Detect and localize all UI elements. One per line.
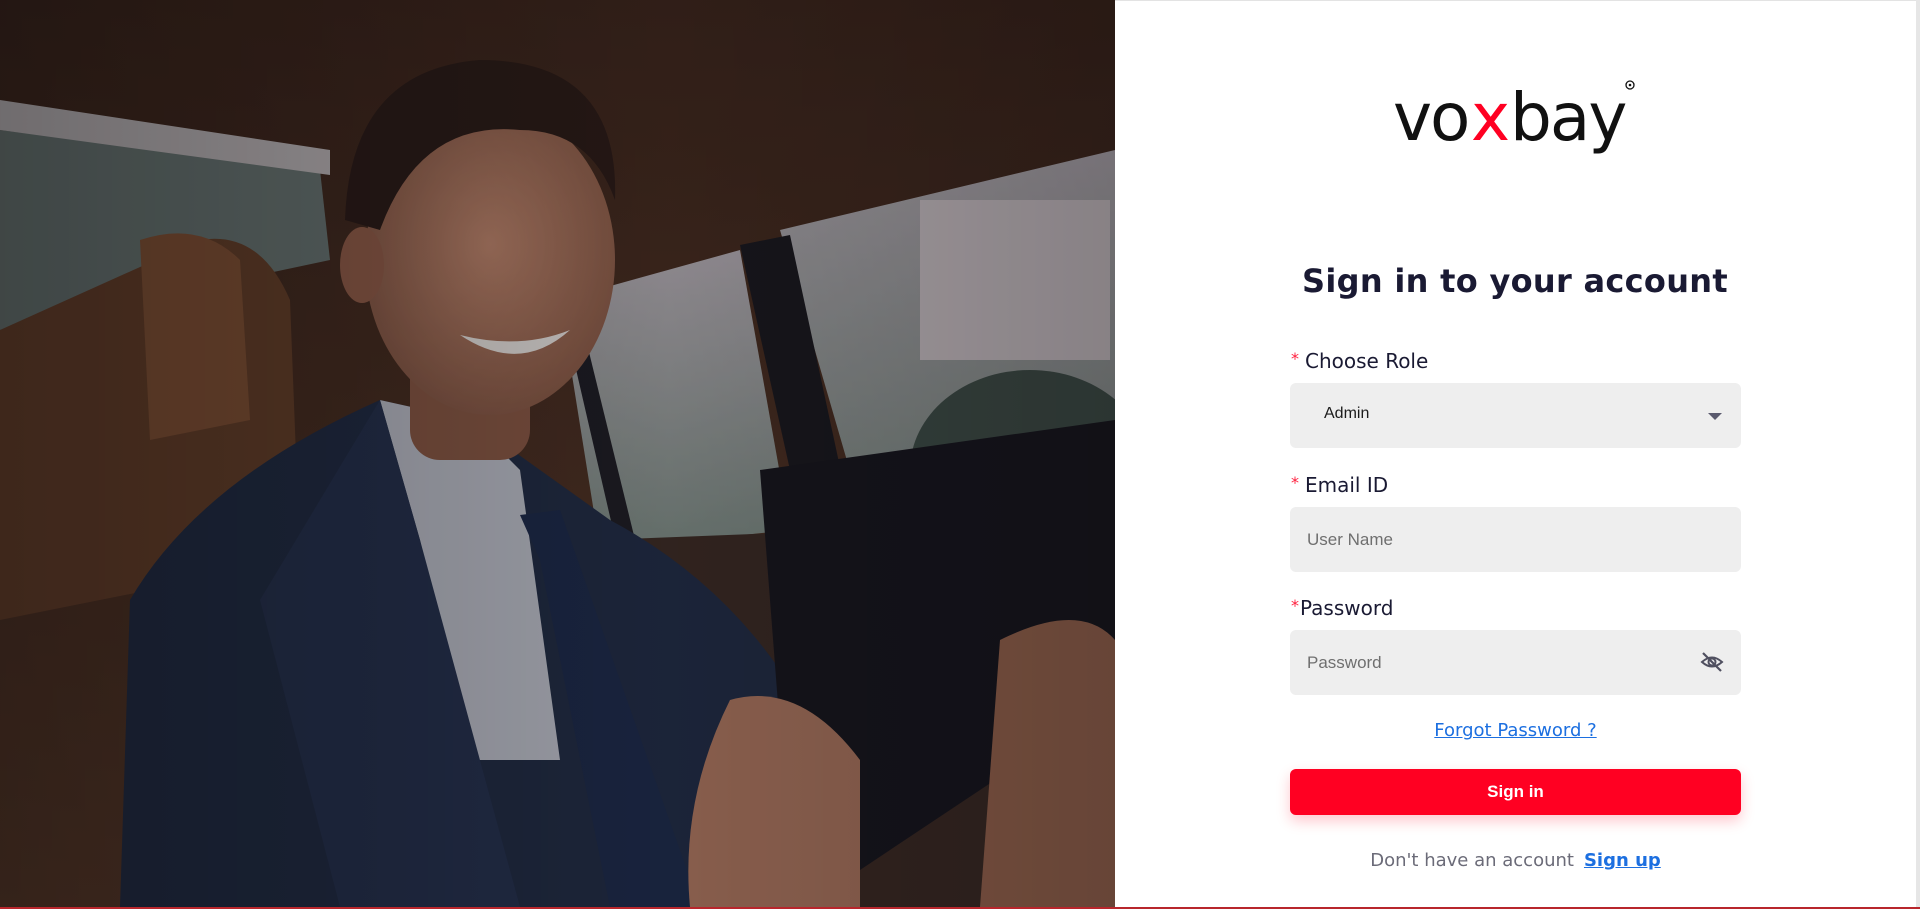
password-label-text: Password (1300, 596, 1394, 620)
signup-prompt: Don't have an account (1370, 850, 1574, 871)
signup-row: Don't have an account Sign up (1290, 850, 1741, 871)
required-mark: * (1291, 596, 1299, 615)
role-select[interactable]: Admin (1290, 383, 1741, 448)
eye-off-icon[interactable] (1699, 649, 1725, 675)
svg-text:vo: vo (1393, 79, 1468, 156)
page-scrollbar[interactable] (1916, 0, 1920, 907)
password-field[interactable] (1290, 630, 1741, 695)
email-field-wrapper (1290, 507, 1741, 572)
svg-text:bay: bay (1510, 79, 1626, 156)
hero-image (0, 0, 1115, 907)
role-label-text: Choose Role (1305, 349, 1429, 373)
svg-text:x: x (1471, 79, 1508, 156)
voxbay-logo: vo x bay (1393, 79, 1635, 156)
email-label: * Email ID (1291, 473, 1388, 497)
password-label: *Password (1291, 596, 1393, 620)
forgot-password-link[interactable]: Forgot Password ? (1290, 720, 1741, 741)
required-mark: * (1291, 473, 1299, 492)
email-label-text: Email ID (1305, 473, 1389, 497)
role-label: * Choose Role (1291, 349, 1428, 373)
page-title: Sign in to your account (1302, 262, 1728, 300)
sign-in-button[interactable]: Sign in (1290, 769, 1741, 815)
chevron-down-icon[interactable] (1708, 413, 1722, 420)
role-select-value: Admin (1324, 405, 1370, 422)
email-field[interactable] (1290, 507, 1741, 572)
required-mark: * (1291, 349, 1299, 368)
login-page: vo x bay Sign in to your account * Choose… (0, 0, 1920, 909)
password-field-wrapper (1290, 630, 1741, 695)
sign-up-link[interactable]: Sign up (1584, 850, 1661, 871)
